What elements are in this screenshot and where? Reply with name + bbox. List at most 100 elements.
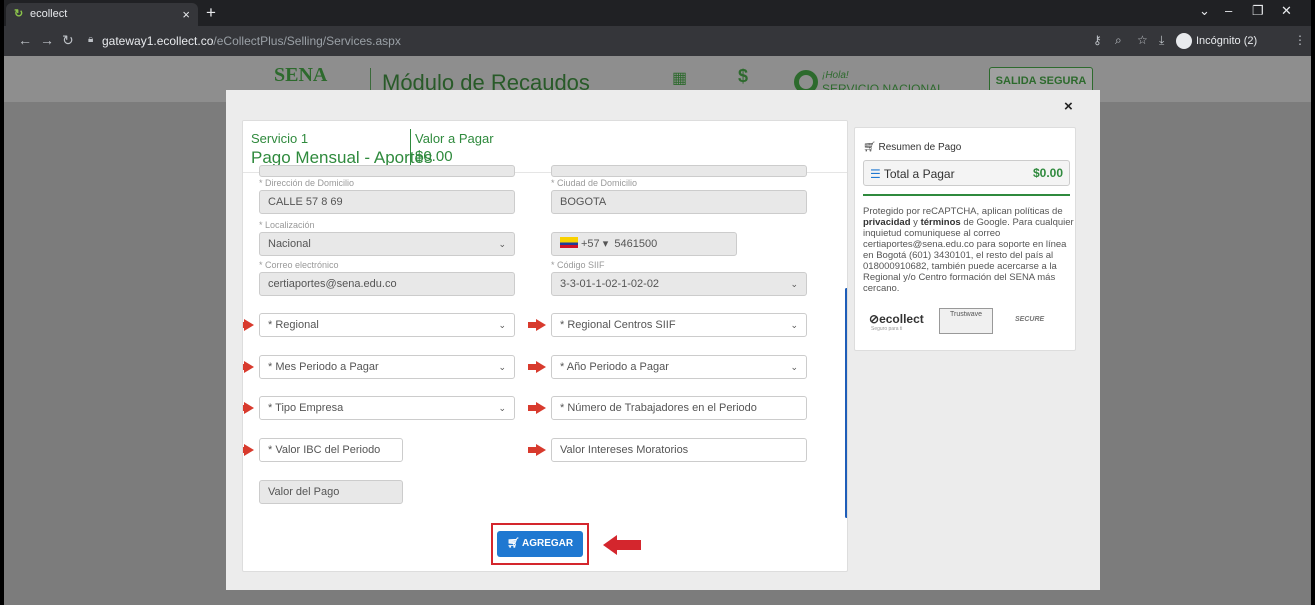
tab-search-icon[interactable]: ⌄ [1199, 3, 1210, 19]
cart-icon: 🛒︎ [863, 142, 879, 153]
siif-value: 3-3-01-1-02-1-02-02 [560, 278, 660, 290]
add-button[interactable]: 🛒︎ AGREGAR [497, 531, 583, 557]
ecollect-logo: ⊘ecollect [869, 312, 924, 326]
url-input[interactable]: 🔒︎ gateway1.ecollect.co/eCollectPlus/Sel… [84, 30, 1084, 52]
phone-country-code[interactable]: +57 ▾ [581, 238, 608, 250]
forward-icon[interactable]: → [40, 32, 54, 48]
summary-divider [863, 194, 1070, 196]
chevron-down-icon: ⌄ [790, 320, 798, 330]
pointer-arrow-icon [243, 444, 254, 456]
year-select[interactable]: * Año Periodo a Pagar ⌄ [551, 355, 807, 379]
tab-close-icon[interactable]: × [182, 3, 190, 26]
phone-field[interactable]: +57 ▾ 5461500 [551, 232, 737, 256]
payments-dollar-icon[interactable]: $ [738, 66, 748, 87]
zoom-icon[interactable]: ⌕ [1115, 33, 1122, 48]
email-field[interactable]: certiaportes@sena.edu.co [259, 272, 515, 296]
month-placeholder: * Mes Periodo a Pagar [268, 361, 379, 373]
tab-title: ecollect [30, 8, 68, 20]
reload-icon[interactable]: ↻ [62, 32, 74, 49]
security-logos: ⊘ecollect Seguro para ti Trustwave SECUR… [863, 308, 1070, 338]
incognito-indicator[interactable]: Incógnito (2) [1176, 31, 1257, 51]
siif-label: * Código SIIF [551, 260, 605, 270]
trustwave-badge[interactable]: Trustwave [939, 308, 993, 334]
page-content: SENA Módulo de Recaudos ▦ $ ¡Hola! SERVI… [4, 56, 1311, 605]
secure-badge: SECURE [1015, 316, 1045, 323]
regional-select[interactable]: * Regional ⌄ [259, 313, 515, 337]
pointer-arrow-icon [528, 444, 546, 456]
modal-close-icon[interactable]: × [1064, 98, 1073, 115]
menu-kebab-icon[interactable]: ⋮ [1294, 33, 1306, 47]
header-divider [410, 129, 411, 165]
company-type-select[interactable]: * Tipo Empresa ⌄ [259, 396, 515, 420]
total-value: $0.00 [1032, 166, 1063, 180]
list-icon: ☰ [870, 167, 884, 181]
bookmark-star-icon[interactable]: ☆ [1137, 33, 1148, 47]
ecollect-favicon-icon: ↻ [14, 8, 24, 20]
browser-window: ↻ ecollect × + ⌄ – ❐ ✕ ← → ↻ 🔒︎ gateway1… [4, 0, 1311, 605]
url-text: gateway1.ecollect.co/eCollectPlus/Sellin… [102, 34, 401, 48]
payment-value-input: Valor del Pago [259, 480, 403, 504]
service-form-card: Servicio 1 Pago Mensual - Aportes Valor … [242, 120, 848, 572]
restore-icon[interactable]: ❐ [1252, 3, 1264, 19]
interest-input[interactable]: Valor Intereses Moratorios [551, 438, 807, 462]
siif-select[interactable]: 3-3-01-1-02-1-02-02 ⌄ [551, 272, 807, 296]
month-select[interactable]: * Mes Periodo a Pagar ⌄ [259, 355, 515, 379]
ecollect-logo-text: ecollect [879, 312, 924, 326]
value-label: Valor a Pagar [415, 131, 494, 146]
minimize-icon[interactable]: – [1225, 3, 1232, 18]
add-button-label: AGREGAR [521, 538, 574, 549]
incognito-icon [1176, 33, 1192, 49]
total-box: ☰ Total a Pagar $0.00 [863, 160, 1070, 186]
greeting-text: ¡Hola! [822, 70, 849, 81]
company-type-placeholder: * Tipo Empresa [268, 402, 344, 414]
service-number: Servicio 1 [251, 131, 309, 146]
workers-input[interactable]: * Número de Trabajadores en el Periodo [551, 396, 807, 420]
regional-siif-select[interactable]: * Regional Centros SIIF ⌄ [551, 313, 807, 337]
chevron-down-icon: ⌄ [498, 239, 506, 249]
location-select[interactable]: Nacional ⌄ [259, 232, 515, 256]
regional-siif-placeholder: * Regional Centros SIIF [560, 319, 676, 331]
services-grid-icon[interactable]: ▦ [672, 68, 687, 88]
close-window-icon[interactable]: ✕ [1281, 3, 1292, 19]
service-modal: × Servicio 1 Pago Mensual - Aportes Valo… [226, 90, 1100, 590]
form-scrollbar[interactable] [845, 288, 847, 518]
privacy-link[interactable]: privacidad [863, 217, 911, 228]
chevron-down-icon: ⌄ [790, 279, 798, 289]
chevron-down-icon: ⌄ [498, 362, 506, 372]
pointer-arrow-icon [243, 361, 254, 373]
location-value: Nacional [268, 238, 311, 250]
legal-text: Protegido por reCAPTCHA, aplican polític… [863, 206, 1075, 294]
address-label: * Dirección de Domicilio [259, 178, 355, 188]
phone-number: 5461500 [614, 238, 658, 250]
new-tab-button[interactable]: + [206, 3, 216, 23]
regional-placeholder: * Regional [268, 319, 319, 331]
city-field[interactable]: BOGOTA [551, 190, 807, 214]
pointer-arrow-icon [243, 402, 254, 414]
pointer-arrow-icon [528, 361, 546, 373]
ibc-input[interactable]: * Valor IBC del Periodo [259, 438, 403, 462]
year-placeholder: * Año Periodo a Pagar [560, 361, 669, 373]
address-field[interactable]: CALLE 57 8 69 [259, 190, 515, 214]
terms-link[interactable]: términos [921, 217, 961, 228]
url-path: /eCollectPlus/Selling/Services.aspx [213, 34, 401, 48]
legal-part-2: y [910, 217, 921, 228]
download-icon[interactable]: ⤓ [1159, 33, 1164, 48]
previous-field-left [259, 165, 515, 177]
colombia-flag-icon [560, 237, 578, 248]
value-amount: $0.00 [415, 148, 453, 165]
chevron-down-icon: ⌄ [790, 362, 798, 372]
total-label: ☰ Total a Pagar [870, 167, 955, 181]
ecollect-logo-sub: Seguro para ti [871, 326, 903, 332]
legal-part-1: Protegido por reCAPTCHA, aplican polític… [863, 206, 1063, 217]
total-label-text: Total a Pagar [883, 167, 955, 181]
chevron-down-icon: ⌄ [498, 403, 506, 413]
pointer-arrow-icon [243, 319, 254, 331]
address-bar-row: ← → ↻ 🔒︎ gateway1.ecollect.co/eCollectPl… [4, 26, 1311, 56]
legal-part-3: de Google. Para cualquier inquietud comu… [863, 217, 1074, 294]
email-label: * Correo electrónico [259, 260, 339, 270]
incognito-label: Incógnito (2) [1196, 35, 1258, 47]
back-icon[interactable]: ← [18, 32, 32, 48]
chevron-down-icon: ⌄ [498, 320, 506, 330]
key-icon[interactable]: ⚷ [1093, 33, 1102, 47]
browser-tab[interactable]: ↻ ecollect × [6, 3, 198, 26]
